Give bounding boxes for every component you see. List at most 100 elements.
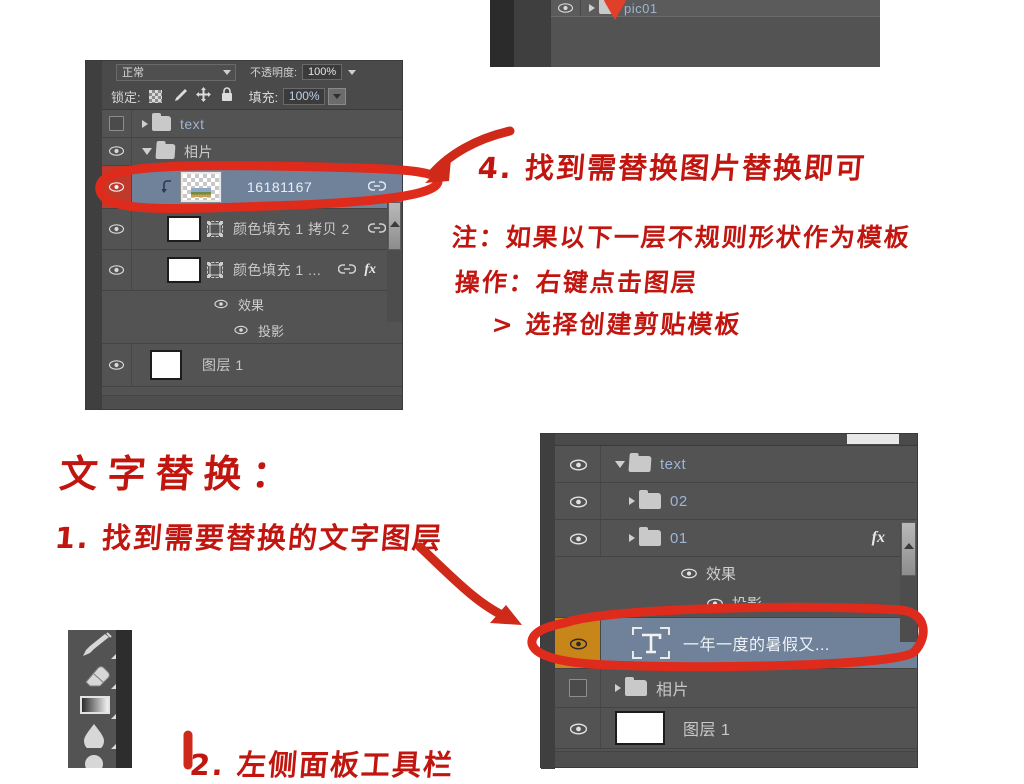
visibility-toggle[interactable] [555,446,601,482]
layer-row-text[interactable]: text [102,110,402,138]
folder-open-icon [628,456,652,472]
scroll-up-arrow-icon[interactable] [389,221,400,227]
collapse-arrow-icon[interactable] [615,460,625,468]
visibility-empty-icon [109,116,124,131]
layer-name: 一年一度的暑假又... [683,637,830,654]
blend-mode-select[interactable]: 正常 [116,63,236,81]
visibility-toggle[interactable] [555,483,601,519]
layer-name: pic01 [624,0,658,16]
eye-icon [109,264,124,276]
link-icon[interactable] [367,222,387,237]
annotation-note3: > 选择创建剪贴模板 [490,310,743,339]
visibility-toggle[interactable] [555,669,601,707]
tool-more-triangle-icon [111,684,116,689]
all-lock-icon[interactable] [221,87,233,105]
fill-value: 100% [288,89,320,103]
layer-row-effects[interactable]: 效果 [102,291,402,317]
fx-icon[interactable]: fx [364,262,376,278]
thumbnail-image [191,188,211,197]
layer-row-drop-shadow[interactable]: 投影 [555,589,917,618]
eye-icon [570,496,587,507]
expand-arrow-icon[interactable] [589,4,595,12]
layer-row-xiangpian[interactable]: 相片 [555,669,917,708]
text-layer-thumbnail [629,624,673,662]
tool-more-triangle-icon [111,654,116,659]
lock-bar: 锁定: 填充: 100% [102,83,402,110]
visibility-toggle[interactable] [555,618,601,668]
chevron-down-icon[interactable] [223,69,231,75]
expand-arrow-icon[interactable] [629,497,635,505]
visibility-toggle[interactable] [102,166,132,208]
eye-icon [109,359,124,371]
eraser-tool[interactable] [74,662,118,690]
move-lock-icon[interactable] [195,87,211,105]
link-icon[interactable] [367,180,387,195]
visibility-toggle[interactable] [551,0,581,16]
brush-lock-icon[interactable] [171,88,187,105]
layer-row-02[interactable]: 02 [555,483,917,520]
vector-mask-icon [207,262,223,278]
visibility-toggle[interactable] [102,344,132,386]
gradient-tool[interactable] [74,692,118,720]
blur-tool[interactable] [74,722,118,751]
layer-row-drop-shadow[interactable]: 投影 [102,317,402,344]
eye-icon[interactable] [707,598,723,609]
left-layers-panel: 正常 不透明度: 100% 锁定: 填充: 100% text 相片 16181… [85,60,403,410]
blend-mode-value: 正常 [122,67,144,79]
layer-thumbnail [180,171,222,203]
opacity-field[interactable]: 100% [302,64,343,80]
visibility-toggle[interactable] [102,138,132,165]
annotation-section-title: 文字替换： [57,452,302,496]
annotation-step2: 2. 左侧面板工具栏 [188,748,456,782]
tools-palette-shadow [116,630,132,768]
fill-chevron-button[interactable] [328,87,347,105]
opacity-label: 不透明度: [250,67,298,79]
eye-icon[interactable] [681,568,697,579]
layer-row-text[interactable]: text [555,446,917,483]
scroll-up-arrow-icon[interactable] [903,543,914,549]
link-icon[interactable] [337,263,357,278]
fx-icon[interactable]: fx [872,529,885,547]
visibility-toggle[interactable] [102,250,132,290]
top-panel-mid-gutter [514,0,550,67]
transparency-lock-icon[interactable] [148,89,162,103]
layer-row-tuceng-1[interactable]: 图层 1 [102,344,402,387]
brush-tool[interactable] [74,632,118,660]
layer-name: 图层 1 [683,722,731,739]
scrollbar-thumb[interactable] [388,202,401,250]
layer-row-01[interactable]: 01 fx [555,520,917,557]
visibility-toggle[interactable] [102,110,132,137]
expand-arrow-icon[interactable] [629,534,635,542]
dodge-tool[interactable] [74,752,118,773]
layer-row-tuceng-1[interactable]: 图层 1 [555,708,917,749]
scrollbar-thumb[interactable] [901,522,916,576]
top-layer-row-pic01[interactable]: pic01 [551,0,880,17]
layer-row-fill-copy2[interactable]: 颜色填充 1 拷贝 2 [102,209,402,250]
left-panel-scrollbar[interactable] [387,202,402,322]
layer-row-fill-1[interactable]: 颜色填充 1 ... fx [102,250,402,291]
layer-row-xiangpian[interactable]: 相片 [102,138,402,166]
layer-name: 图层 1 [202,357,244,373]
visibility-empty-icon [568,679,587,697]
visibility-toggle[interactable] [555,708,601,748]
eye-icon [558,2,573,14]
visibility-toggle[interactable] [555,520,601,556]
expand-arrow-icon[interactable] [142,119,148,128]
right-panel-scrollbar[interactable] [900,522,917,642]
layer-name: 01 [670,529,688,547]
expand-arrow-icon[interactable] [615,684,621,692]
top-panel-left-gutter [490,0,514,67]
opacity-chevron-icon[interactable] [348,69,357,75]
layer-name: 相片 [184,143,213,160]
visibility-toggle[interactable] [102,209,132,249]
eye-icon[interactable] [234,325,249,336]
layer-mask-thumbnail [167,216,201,242]
layer-row-16181167[interactable]: 16181167 [102,166,402,209]
eye-icon[interactable] [214,299,229,310]
fill-field[interactable]: 100% [283,87,326,105]
layer-row-text-content[interactable]: 一年一度的暑假又... [555,618,917,669]
layer-row-effects[interactable]: 效果 [555,557,917,589]
left-list-empty-area [102,395,402,409]
collapse-arrow-icon[interactable] [142,148,152,155]
folder-icon [152,113,171,131]
